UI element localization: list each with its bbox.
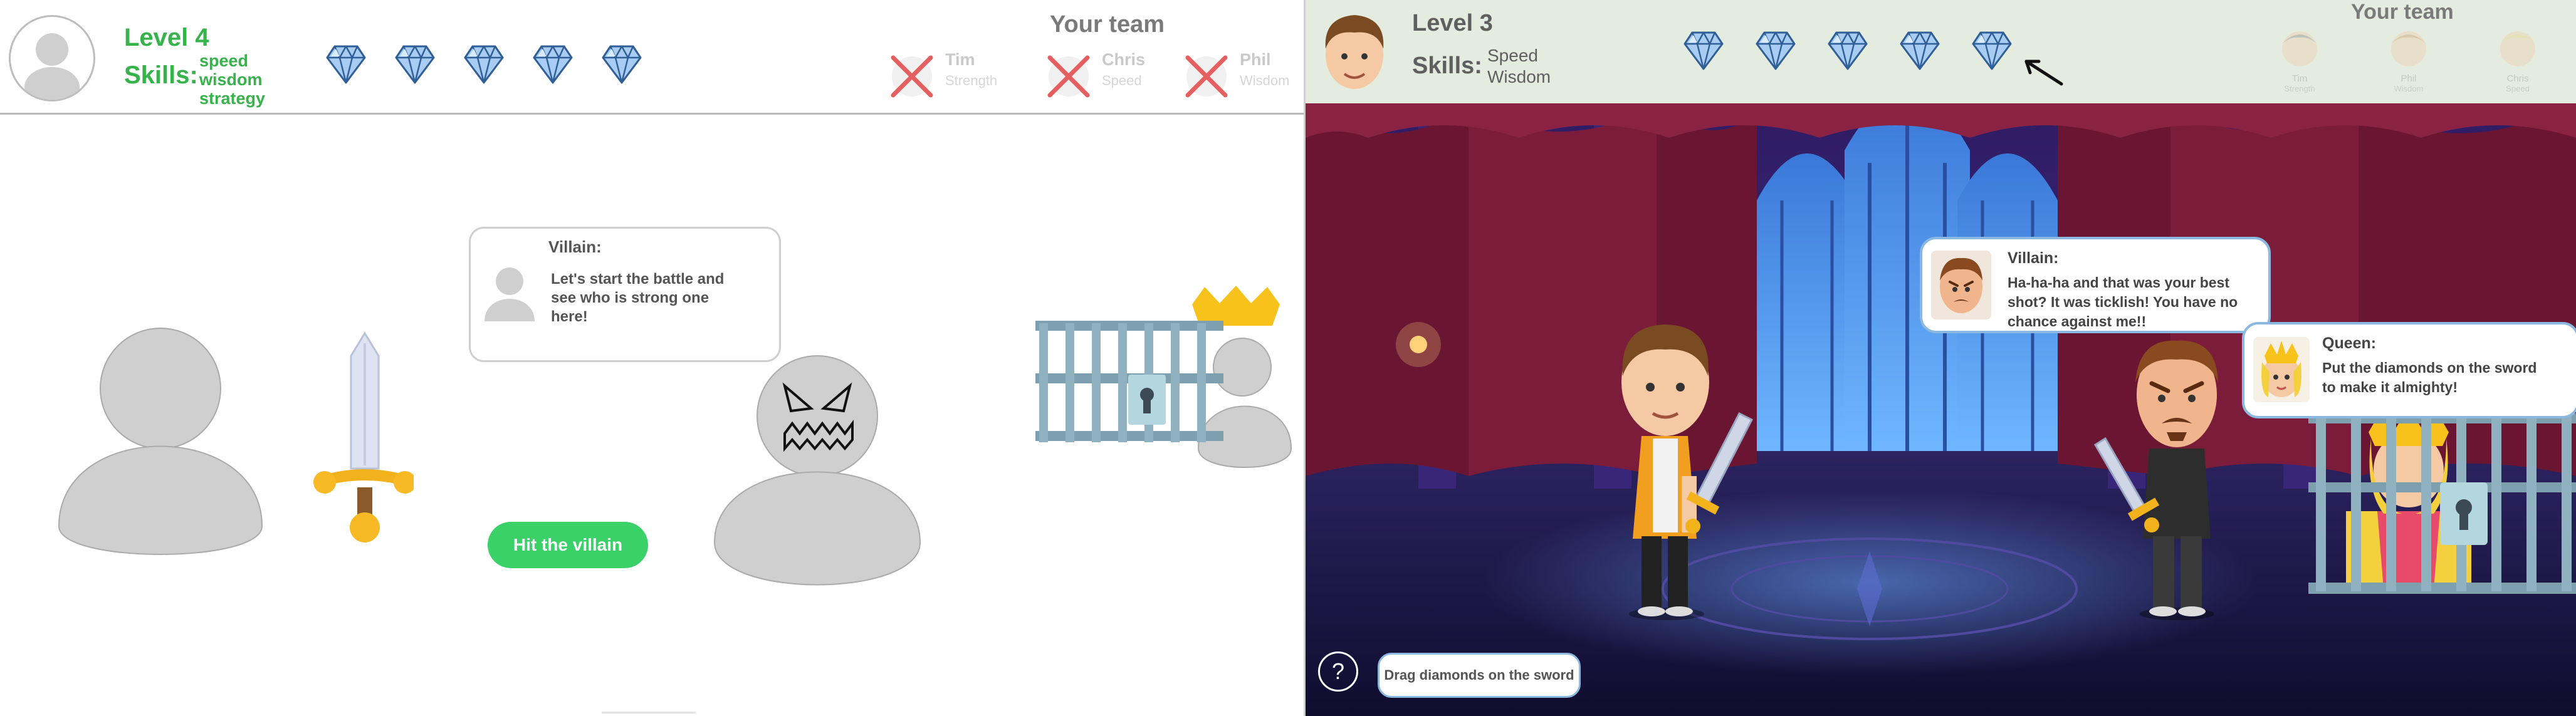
team-member-name: Chris [1102, 50, 1146, 69]
dialog-line: chance against me!! [2008, 313, 2147, 329]
help-icon[interactable]: ? [1318, 651, 1358, 692]
team-member-avatar-icon [2391, 31, 2426, 66]
team-member-chris[interactable]: Chris Speed [2480, 25, 2555, 100]
team-member-avatar-icon [2500, 31, 2535, 66]
team-member-skill: Wisdom [1240, 73, 1290, 88]
villain-avatar-icon [1931, 251, 1991, 319]
player-avatar-icon [1325, 15, 1384, 89]
dialog-line: shot? It was ticklish! You have no [2008, 294, 2238, 310]
skills-label: Skills: [124, 61, 198, 89]
diamond-icon[interactable] [1900, 31, 1940, 70]
level-label: Level 3 [1412, 10, 1493, 36]
diamond-icon[interactable] [533, 45, 573, 84]
queen-dialog: Queen: Put the diamonds on the sword to … [2242, 322, 2576, 418]
skills-list: Speed Wisdom [1487, 45, 1551, 88]
dialog-text: Ha-ha-ha and that was your best shot? It… [2008, 273, 2238, 331]
team-member-skill: Strength [2284, 84, 2315, 93]
sword-icon[interactable] [313, 331, 414, 544]
dialog-line: see who is strong one [551, 289, 709, 306]
game-panel: Level 3 Skills: Speed Wisdom Your team T… [1306, 0, 2576, 716]
diamond-icon[interactable] [1828, 31, 1868, 70]
team-member-tim[interactable]: Tim Strength [2262, 25, 2337, 100]
team-member-tim[interactable]: Tim Strength [884, 41, 1022, 110]
diamond-icon[interactable] [1683, 31, 1724, 70]
villain-dialog: Villain: Ha-ha-ha and that was your best… [1920, 237, 2271, 333]
team-member-skill: Speed [1102, 73, 1142, 88]
diamond-icon[interactable] [1972, 31, 2012, 70]
cage-icon[interactable] [2308, 401, 2576, 601]
arrow-icon [2024, 60, 2063, 86]
player-avatar-icon [9, 15, 95, 101]
cross-icon [891, 55, 933, 98]
queen-avatar-icon [2253, 337, 2310, 402]
bottom-handle [602, 712, 696, 713]
drag-hint: Drag diamonds on the sword [1378, 653, 1581, 698]
villain-figure [713, 355, 921, 586]
diamond-icon[interactable] [395, 45, 435, 84]
team-title: Your team [2351, 0, 2454, 24]
skills-list: speed wisdom strategy [199, 51, 265, 108]
diamond-icon[interactable] [602, 45, 642, 84]
player-figure [58, 328, 263, 555]
villain-character [2093, 340, 2218, 620]
diamond-icon[interactable] [1756, 31, 1796, 70]
team-member-name: Phil [2401, 73, 2417, 84]
dialog-speaker: Villain: [2008, 249, 2059, 267]
hero-character [1621, 324, 1754, 620]
team-member-skill: Speed [2506, 84, 2530, 93]
dialog-text: Let's start the battle and see who is st… [551, 270, 724, 326]
wireframe-panel: Level 4 Skills: speed wisdom strategy Yo… [0, 0, 1304, 716]
team-member-name: Tim [945, 50, 975, 69]
skill-item: speed [199, 51, 249, 70]
diamond-icon[interactable] [326, 45, 366, 84]
dialog-line: here! [551, 308, 588, 325]
skill-item: wisdom [199, 70, 263, 89]
cross-icon [1185, 55, 1228, 98]
team-member-phil[interactable]: Phil Wisdom [2371, 25, 2446, 100]
team-member-skill: Strength [945, 73, 998, 88]
hit-villain-button[interactable]: Hit the villain [488, 522, 648, 568]
villain-dialog: Villain: Let's start the battle and see … [469, 227, 781, 362]
team-member-name: Tim [2291, 73, 2308, 84]
dialog-line: Ha-ha-ha and that was your best [2008, 274, 2230, 291]
right-header: Level 3 Skills: Speed Wisdom Your team T… [1306, 0, 2576, 103]
team-member-avatar-icon [2282, 31, 2317, 66]
dialog-line: Let's start the battle and [551, 271, 725, 288]
dialog-line: to make it almighty! [2322, 379, 2458, 395]
crown-icon [1192, 286, 1280, 326]
left-header: Level 4 Skills: speed wisdom strategy Yo… [0, 0, 1304, 115]
skills-label: Skills: [1412, 53, 1482, 79]
diamond-icon[interactable] [464, 45, 504, 84]
level-label: Level 4 [124, 24, 209, 51]
dialog-speaker: Villain: [548, 237, 602, 256]
skill-item: strategy [199, 89, 266, 108]
team-member-name: Phil [1240, 50, 1271, 69]
team-member-phil[interactable]: Phil Wisdom [1178, 41, 1304, 110]
team-member-chris[interactable]: Chris Speed [1040, 41, 1178, 110]
villain-avatar-icon [484, 267, 535, 321]
cage-icon[interactable] [1034, 286, 1297, 486]
cross-icon [1047, 55, 1090, 98]
team-member-name: Chris [2506, 73, 2529, 84]
skill-item: Speed [1487, 46, 1538, 65]
dialog-text: Put the diamonds on the sword to make it… [2322, 358, 2537, 397]
dialog-line: Put the diamonds on the sword [2322, 360, 2537, 376]
dialog-speaker: Queen: [2322, 335, 2377, 352]
skill-item: Wisdom [1487, 67, 1551, 86]
team-member-skill: Wisdom [2394, 84, 2424, 93]
team-title: Your team [1050, 11, 1165, 38]
